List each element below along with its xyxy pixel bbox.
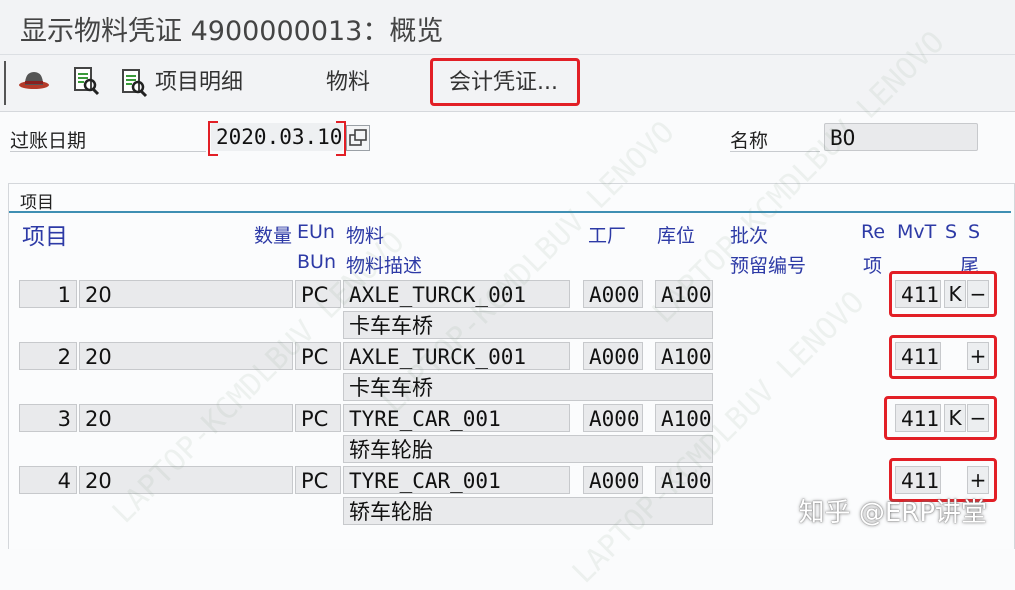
page-title: 显示物料凭证 4900000013：概览 [20,16,444,47]
col-re-item-header[interactable]: 项 [863,251,882,278]
row1-item: 1 [19,280,77,308]
col-s1-header[interactable]: S [945,221,957,243]
col-storage-header[interactable]: 库位 [657,221,695,248]
row3-plant: A000 [583,404,643,432]
col-material-header[interactable]: 物料 [346,221,384,248]
row2-item: 2 [19,342,77,370]
highlight-box-row2 [889,335,997,379]
toolbar-grip [4,61,6,105]
highlight-box-row3 [884,396,997,440]
label-underline [730,151,820,152]
col-batch-header[interactable]: 批次 [730,221,768,248]
row1-unit: PC [295,280,341,308]
row3-unit: PC [295,404,341,432]
row3-material[interactable]: TYRE_CAR_001 [343,404,570,432]
highlight-box-accounting [430,58,580,106]
row3-item: 3 [19,404,77,432]
col-reservation-header[interactable]: 预留编号 [730,251,806,278]
row1-storage: A100 [655,280,713,308]
name-field: BO [824,123,978,151]
items-panel-title: 项目 [20,193,54,213]
col-plant-header[interactable]: 工厂 [588,221,626,248]
row4-storage: A100 [655,466,713,494]
row4-qty: 20 [79,466,293,494]
col-re-header[interactable]: Re [861,221,885,243]
row3-qty: 20 [79,404,293,432]
highlight-box-row1 [889,271,997,317]
row2-material[interactable]: AXLE_TURCK_001 [343,342,570,370]
col-item-header[interactable]: 项目 [22,217,68,251]
row4-plant: A000 [583,466,643,494]
row4-material[interactable]: TYRE_CAR_001 [343,466,570,494]
row4-description: 轿车轮胎 [343,497,713,525]
col-qty-header[interactable]: 数量 [254,221,292,248]
col-s2-header[interactable]: S [968,221,980,243]
row2-unit: PC [295,342,341,370]
posting-date-field[interactable]: 2020.03.10 [211,123,343,151]
brand-watermark: 知乎 @ERP讲堂 [798,498,987,528]
col-mvt-header[interactable]: MvT [897,221,936,243]
row1-description: 卡车车桥 [343,311,713,339]
label-underline [10,151,206,152]
row1-qty: 20 [79,280,293,308]
row2-qty: 20 [79,342,293,370]
row1-material[interactable]: AXLE_TURCK_001 [343,280,570,308]
row2-plant: A000 [583,342,643,370]
row3-description: 轿车轮胎 [343,435,713,463]
material-button[interactable]: 物料 [326,65,370,101]
name-label: 名称 [730,130,769,152]
panel-title-rule [9,211,1011,213]
row4-unit: PC [295,466,341,494]
row2-description: 卡车车桥 [343,373,713,401]
items-detail-label: 项目明细 [155,70,244,95]
posting-date-label: 过账日期 [10,130,87,152]
document-search-icon[interactable] [72,65,100,101]
row3-storage: A100 [655,404,713,432]
col-material-desc-header[interactable]: 物料描述 [346,251,422,278]
row4-item: 4 [19,466,77,494]
calendar-help-icon[interactable] [346,125,370,151]
detail-doc-icon [122,69,148,98]
col-eun-header[interactable]: EUn [297,221,335,243]
title-bar: 显示物料凭证 4900000013：概览 [0,0,1015,54]
field-focus-left [208,121,218,156]
items-detail-button[interactable]: 项目明细 [120,65,243,101]
col-bun-header[interactable]: BUn [297,251,336,273]
row2-storage: A100 [655,342,713,370]
hat-icon[interactable] [18,65,50,101]
field-focus-right [336,121,346,156]
row1-plant: A000 [583,280,643,308]
